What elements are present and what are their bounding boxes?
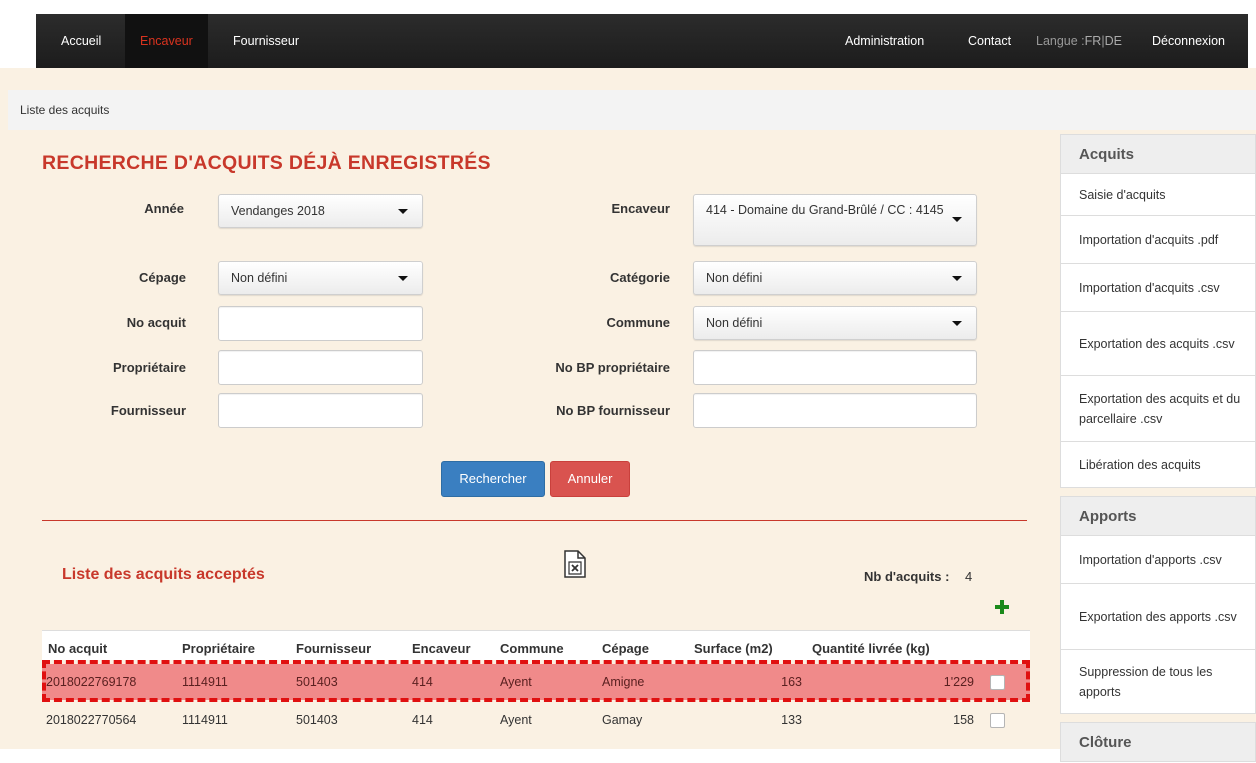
language-switcher: Langue :FR|DE xyxy=(1036,14,1122,68)
sidebar-heading-apports: Apports xyxy=(1060,496,1256,536)
sidebar-heading-cloture: Clôture xyxy=(1060,722,1256,762)
lang-de-link[interactable]: DE xyxy=(1105,34,1122,48)
cell-cepage: Amigne xyxy=(602,675,645,689)
annee-select-value: Vendanges 2018 xyxy=(231,204,325,218)
cell-surface: 163 xyxy=(781,675,802,689)
no-bp-proprietaire-input[interactable] xyxy=(693,350,977,385)
cell-cepage: Gamay xyxy=(602,713,643,727)
proprietaire-label: Propriétaire xyxy=(113,360,186,375)
top-navbar: Accueil Encaveur Fournisseur Administrat… xyxy=(0,0,1256,68)
sidebar-item-liberation-acquits[interactable]: Libération des acquits xyxy=(1060,442,1256,488)
nav-logout[interactable]: Déconnexion xyxy=(1137,14,1240,68)
cell-no-acquit: 2018022770564 xyxy=(46,713,137,727)
cell-surface: 133 xyxy=(781,713,802,727)
sidebar-item-saisie-acquits[interactable]: Saisie d'acquits xyxy=(1060,174,1256,216)
cell-encaveur: 414 xyxy=(412,713,433,727)
cepage-select-value: Non défini xyxy=(231,271,288,285)
cepage-select[interactable]: Non défini xyxy=(218,261,423,295)
nav-administration[interactable]: Administration xyxy=(830,14,939,68)
breadcrumb: Liste des acquits xyxy=(8,90,1256,130)
sidebar-item-export-apports-csv[interactable]: Exportation des apports .csv xyxy=(1060,584,1256,650)
no-acquit-label: No acquit xyxy=(126,315,186,330)
accepted-list-title: Liste des acquits acceptés xyxy=(62,566,265,583)
sidebar-item-export-acquits-parcellaire[interactable]: Exportation des acquits et du parcellair… xyxy=(1060,376,1256,442)
caret-down-icon xyxy=(952,217,962,222)
excel-export-icon[interactable] xyxy=(564,550,586,578)
sidebar-item-import-acquits-pdf[interactable]: Importation d'acquits .pdf xyxy=(1060,216,1256,264)
language-label: Langue : xyxy=(1036,34,1085,48)
acquits-count-value: 4 xyxy=(965,569,973,584)
column-header[interactable]: Commune xyxy=(500,631,564,667)
no-bp-proprietaire-label: No BP propriétaire xyxy=(555,360,670,375)
encaveur-label: Encaveur xyxy=(611,201,670,216)
encaveur-select[interactable]: 414 - Domaine du Grand-Brûlé / CC : 4145 xyxy=(693,194,977,246)
column-header[interactable]: Cépage xyxy=(602,631,649,667)
commune-label: Commune xyxy=(606,315,670,330)
caret-down-icon xyxy=(398,209,408,214)
encaveur-select-value: 414 - Domaine du Grand-Brûlé / CC : 4145 xyxy=(706,203,944,217)
sidebar-item-suppression-apports[interactable]: Suppression de tous les apports xyxy=(1060,650,1256,714)
table-header: No acquit Propriétaire Fournisseur Encav… xyxy=(42,630,1030,660)
cell-fournisseur: 501403 xyxy=(296,713,338,727)
sidebar-heading-acquits: Acquits xyxy=(1060,134,1256,174)
nav-encaveur[interactable]: Encaveur xyxy=(125,14,208,68)
categorie-select[interactable]: Non défini xyxy=(693,261,977,295)
cell-no-acquit: 2018022769178 xyxy=(46,675,137,689)
column-header[interactable]: Fournisseur xyxy=(296,631,371,667)
table-row[interactable]: 2018022769178 1114911 501403 414 Ayent A… xyxy=(42,664,1030,700)
cell-commune: Ayent xyxy=(500,713,532,727)
cell-proprietaire: 1114911 xyxy=(182,713,228,727)
acquits-count-label: Nb d'acquits : xyxy=(864,569,950,584)
annee-label: Année xyxy=(144,201,184,216)
no-acquit-input[interactable] xyxy=(218,306,423,341)
section-divider xyxy=(42,520,1027,521)
commune-select[interactable]: Non défini xyxy=(693,306,977,340)
table-row[interactable]: 2018022770564 1114911 501403 414 Ayent G… xyxy=(42,702,1030,738)
plus-icon[interactable] xyxy=(995,600,1009,614)
fournisseur-label: Fournisseur xyxy=(110,403,186,418)
column-header[interactable]: No acquit xyxy=(48,631,107,667)
no-bp-fournisseur-input[interactable] xyxy=(693,393,977,428)
no-bp-fournisseur-label: No BP fournisseur xyxy=(556,403,670,418)
column-header[interactable]: Encaveur xyxy=(412,631,471,667)
categorie-select-value: Non défini xyxy=(706,271,763,285)
cell-quantite: 158 xyxy=(953,713,974,727)
fournisseur-input[interactable] xyxy=(218,393,423,428)
proprietaire-input[interactable] xyxy=(218,350,423,385)
row-checkbox[interactable] xyxy=(990,713,1005,728)
sidebar-item-export-acquits-csv[interactable]: Exportation des acquits .csv xyxy=(1060,312,1256,376)
cell-commune: Ayent xyxy=(500,675,532,689)
commune-select-value: Non défini xyxy=(706,316,763,330)
caret-down-icon xyxy=(952,276,962,281)
cell-fournisseur: 501403 xyxy=(296,675,338,689)
column-header[interactable]: Quantité livrée (kg) xyxy=(812,631,930,667)
caret-down-icon xyxy=(952,321,962,326)
cepage-label: Cépage xyxy=(139,270,186,285)
nav-fournisseur[interactable]: Fournisseur xyxy=(218,14,314,68)
cell-quantite: 1'229 xyxy=(943,675,974,689)
column-header[interactable]: Propriétaire xyxy=(182,631,255,667)
sidebar-item-import-apports-csv[interactable]: Importation d'apports .csv xyxy=(1060,536,1256,584)
cell-encaveur: 414 xyxy=(412,675,433,689)
categorie-label: Catégorie xyxy=(610,270,670,285)
annee-select[interactable]: Vendanges 2018 xyxy=(218,194,423,228)
page-title: RECHERCHE D'ACQUITS DÉJÀ ENREGISTRÉS xyxy=(42,152,491,174)
row-checkbox[interactable] xyxy=(990,675,1005,690)
navbar-bar: Accueil Encaveur Fournisseur Administrat… xyxy=(36,14,1248,68)
cancel-button[interactable]: Annuler xyxy=(550,461,630,497)
sidebar-item-import-acquits-csv[interactable]: Importation d'acquits .csv xyxy=(1060,264,1256,312)
nav-contact[interactable]: Contact xyxy=(953,14,1026,68)
lang-fr-link[interactable]: FR xyxy=(1085,34,1102,48)
column-header[interactable]: Surface (m2) xyxy=(694,631,773,667)
cell-proprietaire: 1114911 xyxy=(182,675,228,689)
caret-down-icon xyxy=(398,276,408,281)
search-button[interactable]: Rechercher xyxy=(441,461,545,497)
nav-accueil[interactable]: Accueil xyxy=(46,14,116,68)
